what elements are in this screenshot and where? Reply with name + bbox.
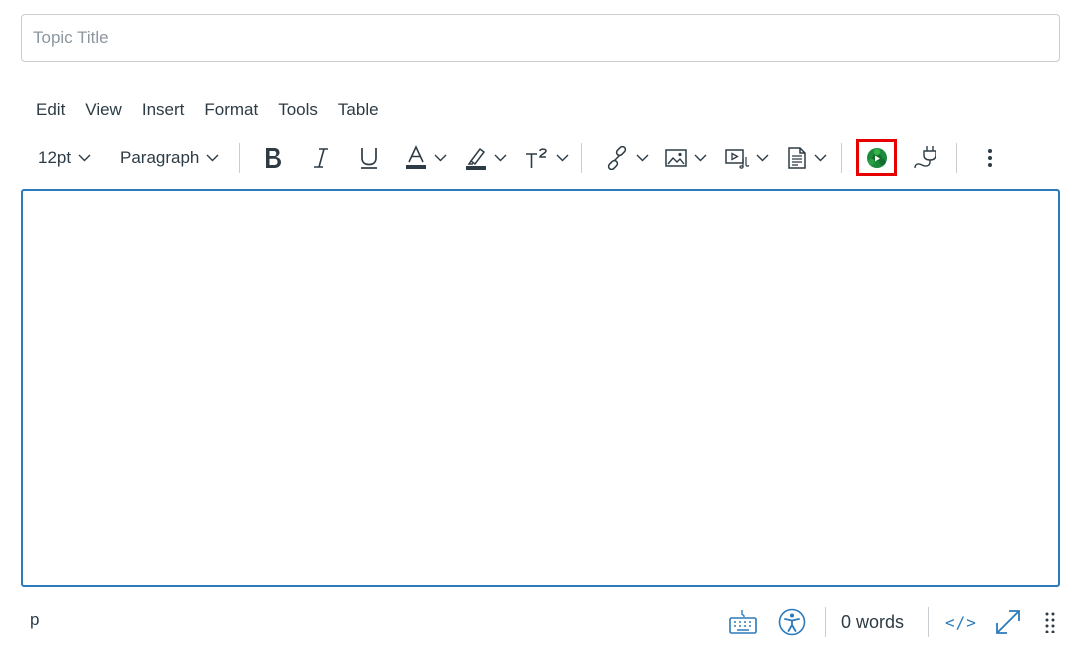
image-icon xyxy=(665,149,687,167)
rich-content-editor-body[interactable] xyxy=(21,189,1060,587)
font-size-dropdown[interactable]: 12pt xyxy=(38,138,91,178)
menu-view[interactable]: View xyxy=(75,98,132,122)
highlight-color-button[interactable] xyxy=(465,138,507,178)
toolbar-separator xyxy=(956,143,957,173)
highlight-color-icon xyxy=(466,147,486,170)
html-editor-toggle-button[interactable]: </> xyxy=(945,606,977,638)
chevron-down-icon xyxy=(636,154,649,162)
document-icon xyxy=(788,147,806,169)
media-icon xyxy=(725,149,749,169)
editor-statusbar: p 0 words </> xyxy=(0,600,1073,644)
plug-icon xyxy=(914,146,936,169)
italic-button[interactable] xyxy=(311,138,331,178)
chevron-down-icon xyxy=(814,154,827,162)
toolbar-separator xyxy=(239,143,240,173)
statusbar-separator xyxy=(928,607,929,637)
bold-button[interactable] xyxy=(262,138,284,178)
editor-toolbar: 12pt Paragraph xyxy=(0,138,1073,178)
word-count[interactable]: 0 words xyxy=(841,606,904,638)
block-format-dropdown[interactable]: Paragraph xyxy=(120,138,219,178)
bold-icon xyxy=(266,148,281,168)
block-format-value: Paragraph xyxy=(120,148,200,167)
link-icon xyxy=(607,146,627,170)
keyboard-shortcuts-button[interactable] xyxy=(729,606,757,638)
media-button[interactable] xyxy=(725,138,769,178)
chevron-down-icon xyxy=(556,154,569,162)
more-vertical-icon xyxy=(988,149,992,167)
menu-tools[interactable]: Tools xyxy=(268,98,328,122)
document-button[interactable] xyxy=(787,138,827,178)
underline-icon xyxy=(361,148,377,169)
chevron-down-icon xyxy=(434,154,447,162)
menu-format[interactable]: Format xyxy=(194,98,268,122)
superscript-icon xyxy=(526,148,547,168)
more-options-button[interactable] xyxy=(984,138,996,178)
text-color-button[interactable] xyxy=(405,138,447,178)
text-color-icon xyxy=(406,145,426,169)
menu-edit[interactable]: Edit xyxy=(26,98,75,122)
toolbar-separator xyxy=(581,143,582,173)
toolbar-separator xyxy=(841,143,842,173)
accessibility-icon xyxy=(778,608,806,636)
chevron-down-icon xyxy=(694,154,707,162)
fullscreen-button[interactable] xyxy=(994,606,1022,638)
superscript-button[interactable] xyxy=(525,138,569,178)
chevron-down-icon xyxy=(78,154,91,162)
element-path[interactable]: p xyxy=(30,610,39,630)
menu-insert[interactable]: Insert xyxy=(132,98,195,122)
expand-icon xyxy=(996,610,1020,634)
topic-title-input[interactable] xyxy=(21,14,1060,62)
word-count-label: 0 words xyxy=(841,611,905,632)
editor-menubar: Edit View Insert Format Tools Table xyxy=(26,98,389,122)
accessibility-checker-button[interactable] xyxy=(778,606,806,638)
link-button[interactable] xyxy=(605,138,649,178)
chevron-down-icon xyxy=(756,154,769,162)
external-tool-button[interactable] xyxy=(856,139,897,176)
chevron-down-icon xyxy=(494,154,507,162)
chevron-down-icon xyxy=(206,154,219,162)
menu-table[interactable]: Table xyxy=(328,98,389,122)
statusbar-separator xyxy=(825,607,826,637)
drag-handle-icon xyxy=(1045,612,1055,633)
font-size-value: 12pt xyxy=(38,148,72,167)
italic-icon xyxy=(314,148,328,168)
code-icon: </> xyxy=(945,612,977,632)
plugin-button[interactable] xyxy=(912,138,936,178)
keyboard-icon xyxy=(729,610,757,634)
underline-button[interactable] xyxy=(358,138,380,178)
resize-handle[interactable] xyxy=(1044,606,1056,638)
image-button[interactable] xyxy=(665,138,707,178)
studio-logo-icon xyxy=(866,147,887,168)
